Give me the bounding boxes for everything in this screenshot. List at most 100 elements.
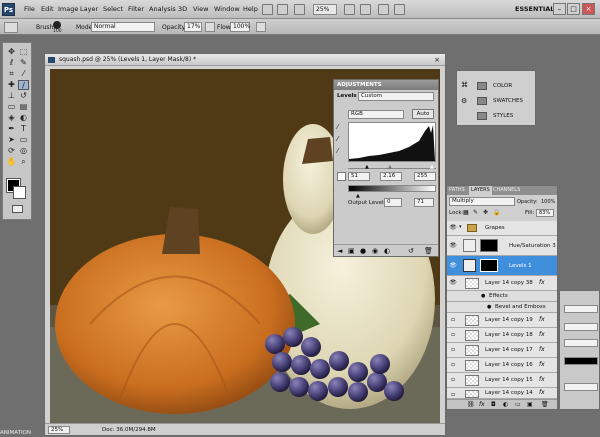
eyedropper-tool-icon[interactable]: ⁄ (18, 69, 29, 79)
animation-panel-tab[interactable]: ANIMATION (0, 430, 31, 436)
adjustments-tab[interactable]: ADJUSTMENTS (334, 80, 438, 90)
shape-tool-icon[interactable]: ▭ (18, 135, 29, 145)
menu-analysis[interactable]: Analysis (149, 5, 176, 13)
history-panel-icon[interactable]: ⌘ (461, 81, 470, 90)
fx-icon[interactable]: fx (539, 346, 545, 353)
layer-row[interactable]: ▫ Layer 14 copy 14 fx (447, 388, 557, 399)
fill-field[interactable]: 83% (536, 209, 554, 217)
fx-icon[interactable]: fx (539, 361, 545, 368)
layer-row[interactable]: ▫ Layer 14 copy 15 fx (447, 373, 557, 388)
effects-row[interactable]: ● Effects (447, 291, 557, 302)
crop-tool-icon[interactable]: ⌗ (6, 69, 17, 79)
rotate-view-icon[interactable] (344, 4, 355, 15)
menu-select[interactable]: Select (103, 5, 123, 13)
dodge-tool-icon[interactable]: ◐ (18, 113, 29, 123)
hand-icon[interactable] (294, 4, 305, 15)
layer-row[interactable]: ▫ Layer 14 copy 16 fx (447, 358, 557, 373)
visibility-icon[interactable]: ◉ (372, 247, 378, 255)
input-gamma-field[interactable]: 2.16 (380, 172, 402, 181)
blur-tool-icon[interactable]: ◈ (6, 113, 17, 123)
black-eyedropper-icon[interactable]: ⁄ (337, 123, 345, 131)
layer-opacity-value[interactable]: 100% (541, 199, 555, 205)
layer-row[interactable]: ▫ Layer 14 copy 19 fx (447, 313, 557, 328)
output-white-field[interactable]: 71 (414, 198, 434, 207)
partial-field[interactable] (564, 323, 598, 331)
visibility-eye-icon[interactable]: 👁 (449, 279, 457, 287)
input-slider[interactable]: ▲ ▲ ▲ (348, 164, 436, 170)
channel-select[interactable]: RGB (348, 110, 404, 119)
flow-field[interactable]: 100% (230, 22, 250, 32)
partial-field[interactable] (564, 339, 598, 347)
clip-to-layer-icon[interactable]: ● (360, 247, 366, 255)
opacity-field[interactable]: 17% (184, 22, 202, 32)
brush-tip-icon[interactable] (53, 21, 61, 29)
visibility-box[interactable]: ▫ (449, 316, 457, 324)
menu-filter[interactable]: Filter (128, 5, 144, 13)
white-eyedropper-icon[interactable]: ⁄ (337, 147, 345, 155)
visibility-box[interactable]: ▫ (449, 376, 457, 384)
maximize-button[interactable]: □ (567, 3, 580, 15)
input-white-field[interactable]: 255 (414, 172, 436, 181)
quick-mask-icon[interactable] (12, 205, 23, 213)
fx-icon[interactable]: fx (539, 331, 545, 338)
document-tab[interactable]: squash.psd @ 25% (Levels 1, Layer Mask/8… (45, 54, 445, 66)
layer-row[interactable]: 👁 Layer 14 copy 38 fx (447, 276, 557, 291)
visibility-box[interactable]: ▫ (449, 346, 457, 354)
link-layers-icon[interactable]: ⛓ (467, 401, 475, 408)
arrange-documents-icon[interactable] (378, 4, 389, 15)
tablet-opacity-icon[interactable] (205, 22, 215, 32)
marquee-tool-icon[interactable]: ⬚ (18, 47, 29, 57)
add-mask-icon[interactable]: ◘ (491, 401, 496, 408)
output-black-field[interactable]: 0 (384, 198, 402, 207)
visibility-box[interactable]: ▫ (449, 331, 457, 339)
layer-row[interactable]: ▫ Layer 14 copy 17 fx (447, 343, 557, 358)
menu-view[interactable]: View (193, 5, 208, 13)
3d-orbit-tool-icon[interactable]: ◎ (18, 146, 29, 156)
background-color-swatch[interactable] (13, 186, 26, 199)
visibility-eye-icon[interactable]: 👁 (449, 242, 457, 250)
lock-all-icon[interactable]: 🔒 (493, 209, 500, 216)
zoom-select[interactable]: 25% (313, 4, 337, 15)
bridge-icon[interactable] (262, 4, 273, 15)
effect-bevel-emboss-row[interactable]: ● Bevel and Emboss (447, 302, 557, 313)
move-tool-icon[interactable]: ✥ (6, 47, 17, 57)
visibility-box[interactable]: ▫ (449, 361, 457, 369)
minimize-button[interactable]: – (553, 3, 566, 15)
fx-icon[interactable]: fx (539, 389, 545, 396)
new-layer-icon[interactable]: ▣ (527, 401, 533, 408)
lock-pixels-icon[interactable]: ✎ (473, 209, 478, 216)
lasso-tool-icon[interactable]: ℓ (6, 58, 17, 68)
fx-icon[interactable]: fx (539, 279, 545, 286)
partial-field[interactable] (564, 383, 598, 391)
output-black-handle[interactable]: ▲ (356, 193, 360, 199)
fx-icon[interactable]: fx (539, 376, 545, 383)
clone-stamp-tool-icon[interactable]: ⊥ (6, 91, 17, 101)
view-previous-icon[interactable]: ◐ (384, 247, 390, 255)
gamma-handle[interactable]: ▲ (388, 164, 392, 170)
visibility-box[interactable]: ▫ (449, 391, 457, 399)
new-group-icon[interactable]: ▭ (515, 401, 521, 408)
styles-panel-button[interactable]: STYLES (473, 109, 535, 123)
mini-bridge-icon[interactable] (277, 4, 288, 15)
gray-eyedropper-icon[interactable]: ⁄ (337, 135, 345, 143)
clipping-preview-icon[interactable] (337, 172, 346, 181)
expanded-view-icon[interactable]: ▣ (348, 247, 355, 255)
preset-select[interactable]: Custom (358, 92, 434, 101)
menu-edit[interactable]: Edit (41, 5, 54, 13)
layer-row-grapes[interactable]: 👁 ▾ Grapes (447, 221, 557, 236)
add-style-icon[interactable]: fx (479, 401, 485, 408)
tab-channels[interactable]: CHANNELS (493, 187, 520, 193)
input-black-field[interactable]: 51 (348, 172, 370, 181)
menu-3d[interactable]: 3D (178, 5, 187, 13)
lock-transparency-icon[interactable]: ▦ (463, 209, 469, 216)
auto-button[interactable]: Auto (412, 109, 434, 119)
delete-layer-icon[interactable]: 🗑 (541, 401, 549, 408)
zoom-level-field[interactable]: 25% (48, 426, 70, 434)
type-tool-icon[interactable]: T (18, 124, 29, 134)
group-expand-icon[interactable]: ▾ (459, 224, 462, 230)
history-brush-tool-icon[interactable]: ↺ (18, 91, 29, 101)
layer-row[interactable]: ▫ Layer 14 copy 18 fx (447, 328, 557, 343)
3d-rotate-tool-icon[interactable]: ⟳ (6, 146, 17, 156)
actions-panel-icon[interactable]: ⚙ (461, 97, 470, 106)
partial-swatch[interactable] (564, 357, 598, 365)
